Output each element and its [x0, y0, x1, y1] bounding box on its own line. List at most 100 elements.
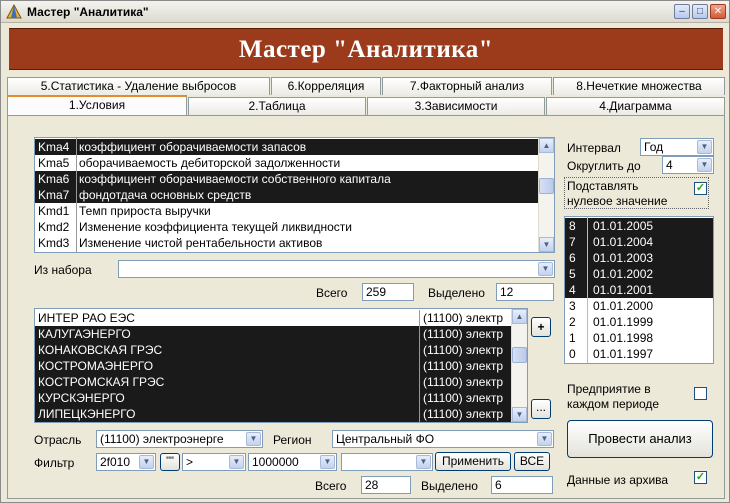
enterprise-name: КОСТРОМАЭНЕРГО	[38, 359, 154, 373]
enterprises-selected-field: 6	[491, 476, 553, 494]
indicator-code: Kma4	[38, 140, 70, 154]
tab-dependencies[interactable]: 3.Зависимости	[367, 97, 545, 115]
enterprise-row[interactable]: КУРСКЭНЕРГО (11100) электр	[35, 390, 512, 406]
indicators-scrollbar[interactable]: ▲ ▼	[538, 138, 554, 252]
tab-table[interactable]: 2.Таблица	[188, 97, 366, 115]
enterprise-industry: (11100) электр	[423, 391, 504, 405]
period-number: 8	[569, 219, 576, 233]
tab-statistics[interactable]: 5.Статистика - Удаление выбросов	[7, 77, 270, 95]
scroll-down-icon[interactable]: ▼	[539, 237, 554, 252]
round-to-label: Округлить до	[567, 159, 641, 173]
filter-value-select[interactable]: 1000000 ▼	[248, 453, 337, 471]
indicator-code: Kma7	[38, 188, 70, 202]
scroll-down-icon[interactable]: ▼	[512, 407, 527, 422]
apply-button[interactable]: Применить	[435, 452, 511, 471]
period-date: 01.01.2004	[593, 235, 654, 249]
tab-conditions[interactable]: 1.Условия	[7, 95, 187, 115]
enterprise-industry: (11100) электр	[423, 359, 504, 373]
maximize-button[interactable]: □	[692, 4, 708, 19]
enterprise-industry: (11100) электр	[423, 375, 504, 389]
enterprise-name: КОСТРОМСКАЯ ГРЭС	[38, 375, 165, 389]
enterprise-row[interactable]: ИНТЕР РАО ЕЭС (11100) электр	[35, 310, 512, 326]
period-number: 1	[569, 331, 576, 345]
indicators-list[interactable]: Kma4 коэффициент оборачиваемости запасов K…	[34, 137, 555, 253]
chevron-down-icon[interactable]: ▼	[537, 432, 552, 446]
chevron-down-icon[interactable]: ▼	[246, 432, 261, 446]
indicator-description: коэффициент оборачиваемости запасов	[79, 140, 307, 154]
region-select[interactable]: Центральный ФО ▼	[332, 430, 554, 448]
pyramid-icon	[6, 4, 22, 19]
indicator-code: Kmd2	[38, 220, 70, 234]
enterprise-industry: (11100) электр	[423, 327, 504, 341]
interval-select[interactable]: Год ▼	[640, 138, 714, 156]
column-separator	[76, 138, 77, 252]
period-date: 01.01.2001	[593, 283, 654, 297]
title-bar: Мастер "Аналитика" – □ ✕	[1, 1, 729, 23]
column-separator	[419, 406, 420, 422]
column-separator	[419, 326, 420, 342]
scroll-thumb[interactable]	[539, 178, 554, 194]
quote-button[interactable]: ""	[160, 453, 180, 471]
enterprise-row[interactable]: КОНАКОВСКАЯ ГРЭС (11100) электр	[35, 342, 512, 358]
indicator-row[interactable]: Kmd1 Темп прироста выручки	[35, 203, 539, 219]
more-button[interactable]: ...	[531, 399, 551, 419]
chevron-down-icon[interactable]: ▼	[229, 455, 244, 469]
archive-checkbox[interactable]: ✓	[694, 471, 707, 484]
period-date: 01.01.2000	[593, 299, 654, 313]
enterprise-row[interactable]: КОСТРОМСКАЯ ГРЭС (11100) электр	[35, 374, 512, 390]
tab-diagram[interactable]: 4.Диаграмма	[546, 97, 725, 115]
period-number: 0	[569, 347, 576, 361]
add-button[interactable]: +	[531, 317, 551, 337]
tab-fuzzy-sets[interactable]: 8.Нечеткие множества	[553, 77, 725, 95]
enterprises-list[interactable]: ИНТЕР РАО ЕЭС (11100) электр КАЛУГАЭНЕРГО (…	[34, 308, 528, 423]
industry-select[interactable]: (11100) электроэнерге ▼	[96, 430, 263, 448]
industry-value: (11100) электроэнерге	[100, 432, 224, 446]
indicator-row[interactable]: Kma4 коэффициент оборачиваемости запасов	[35, 139, 539, 155]
region-label: Регион	[273, 433, 312, 447]
filter-field-select[interactable]: 2f010 ▼	[96, 453, 156, 471]
chevron-down-icon[interactable]: ▼	[139, 455, 154, 469]
indicator-row[interactable]: Kmd3 Изменение чистой рентабельности акти…	[35, 235, 539, 251]
each-period-checkbox[interactable]	[694, 387, 707, 400]
indicator-code: Kmd3	[38, 236, 70, 250]
indicator-description: оборачиваемость дебиторской задолженност…	[79, 156, 341, 170]
period-date: 01.01.1999	[593, 315, 654, 329]
chevron-down-icon[interactable]: ▼	[697, 158, 712, 172]
filter-extra-select[interactable]: ▼	[341, 453, 433, 471]
substitute-zero-checkbox[interactable]: ✓	[694, 182, 707, 195]
enterprises-total-label: Всего	[315, 479, 347, 493]
indicator-row[interactable]: Kma7 фондотдача основных средств	[35, 187, 539, 203]
enterprise-name: КАЛУГАЭНЕРГО	[38, 327, 131, 341]
scroll-thumb[interactable]	[512, 347, 527, 363]
region-value: Центральный ФО	[336, 432, 435, 446]
chevron-down-icon[interactable]: ▼	[697, 140, 712, 154]
filter-operator-select[interactable]: > ▼	[182, 453, 246, 471]
run-analysis-button[interactable]: Провести анализ	[567, 420, 713, 458]
indicator-row[interactable]: Kma6 коэффициент оборачиваемости собствен…	[35, 171, 539, 187]
indicator-code: Kmd1	[38, 204, 70, 218]
dates-list[interactable]: 8 01.01.2005 7 01.01.2004 6 01.01.2003 5 01.01.…	[564, 216, 714, 364]
enterprises-selected-label: Выделено	[421, 479, 478, 493]
round-to-select[interactable]: 4 ▼	[662, 156, 714, 174]
period-number: 6	[569, 251, 576, 265]
all-button[interactable]: ВСЕ	[514, 452, 550, 471]
scroll-up-icon[interactable]: ▲	[512, 309, 527, 324]
interval-label: Интервал	[567, 141, 621, 155]
tab-correlation[interactable]: 6.Корреляция	[271, 77, 381, 95]
substitute-zero-label-line2: нулевое значение	[567, 194, 668, 208]
enterprise-name: КОНАКОВСКАЯ ГРЭС	[38, 343, 163, 357]
minimize-button[interactable]: –	[674, 4, 690, 19]
from-set-select[interactable]: ▼	[118, 260, 555, 278]
enterprises-scrollbar[interactable]: ▲ ▼	[511, 309, 527, 422]
enterprise-row[interactable]: КАЛУГАЭНЕРГО (11100) электр	[35, 326, 512, 342]
close-button[interactable]: ✕	[710, 4, 726, 19]
enterprise-row[interactable]: КОСТРОМАЭНЕРГО (11100) электр	[35, 358, 512, 374]
enterprise-row[interactable]: ЛИПЕЦКЭНЕРГО (11100) электр	[35, 406, 512, 422]
chevron-down-icon[interactable]: ▼	[416, 455, 431, 469]
chevron-down-icon[interactable]: ▼	[320, 455, 335, 469]
tab-factor-analysis[interactable]: 7.Факторный анализ	[382, 77, 552, 95]
indicator-row[interactable]: Kmd2 Изменение коэффициента текущей ликви…	[35, 219, 539, 235]
chevron-down-icon[interactable]: ▼	[538, 262, 553, 276]
indicator-row[interactable]: Kma5 оборачиваемость дебиторской задолжен…	[35, 155, 539, 171]
scroll-up-icon[interactable]: ▲	[539, 138, 554, 153]
